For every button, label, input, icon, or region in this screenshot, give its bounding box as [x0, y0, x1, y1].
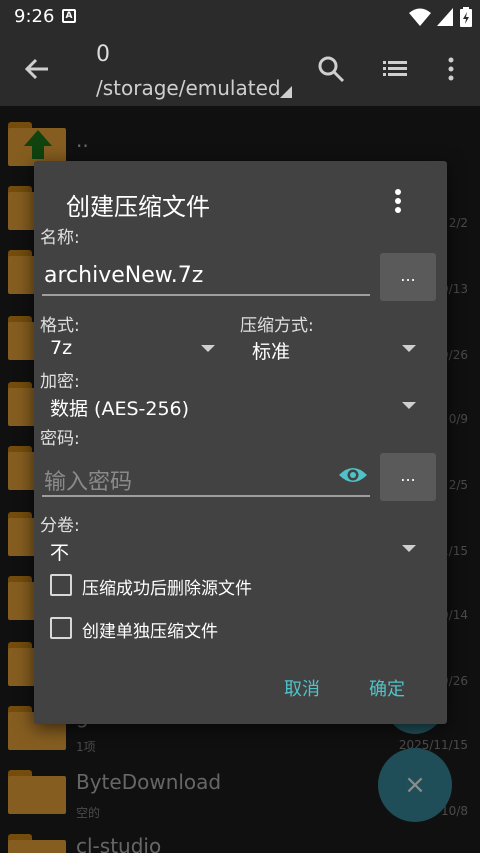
- method-label: 压缩方式:: [240, 316, 314, 336]
- current-path[interactable]: /storage/emulated: [96, 76, 281, 100]
- separate-archive-label[interactable]: 创建单独压缩文件: [82, 617, 218, 642]
- method-dropdown-icon[interactable]: [402, 345, 416, 352]
- password-input[interactable]: 输入密码: [44, 464, 132, 496]
- password-label: 密码:: [40, 429, 80, 449]
- browse-password-button[interactable]: ...: [380, 453, 436, 501]
- encrypt-dropdown-icon[interactable]: [402, 402, 416, 409]
- list-view-icon[interactable]: [380, 54, 410, 84]
- name-field-underline: [42, 294, 370, 296]
- dialog-more-icon[interactable]: [390, 189, 406, 215]
- cancel-button[interactable]: 取消: [284, 675, 320, 701]
- split-label: 分卷:: [40, 516, 80, 536]
- show-password-eye-icon[interactable]: [338, 463, 368, 487]
- path-dropdown-icon[interactable]: [280, 86, 292, 98]
- delete-source-label[interactable]: 压缩成功后删除源文件: [82, 574, 252, 599]
- search-icon[interactable]: [316, 54, 346, 84]
- notification-a-icon: A: [62, 9, 76, 23]
- battery-icon: [460, 7, 472, 27]
- separate-archive-checkbox[interactable]: [50, 617, 72, 639]
- ok-button[interactable]: 确定: [369, 675, 405, 701]
- cell-signal-icon: [437, 8, 453, 26]
- name-label: 名称:: [40, 228, 80, 248]
- archive-name-input[interactable]: archiveNew.7z: [44, 263, 203, 288]
- dialog-title: 创建压缩文件: [66, 193, 210, 221]
- method-select[interactable]: 标准: [252, 337, 290, 364]
- format-select[interactable]: 7z: [50, 337, 72, 359]
- encrypt-select[interactable]: 数据 (AES-256): [50, 394, 189, 421]
- folder-count-title: 0: [96, 42, 110, 67]
- status-time: 9:26: [14, 6, 55, 27]
- back-arrow-icon[interactable]: [22, 54, 52, 84]
- browse-name-button[interactable]: ...: [380, 253, 436, 301]
- split-dropdown-icon[interactable]: [402, 545, 416, 552]
- format-label: 格式:: [40, 316, 80, 336]
- format-dropdown-icon[interactable]: [201, 345, 215, 352]
- app-bar: 0 /storage/emulated: [0, 34, 480, 106]
- split-select[interactable]: 不: [50, 538, 69, 565]
- status-bar: 9:26 A: [0, 0, 480, 34]
- delete-source-checkbox[interactable]: [50, 574, 72, 596]
- password-field-underline: [42, 495, 370, 497]
- overflow-menu-icon[interactable]: [436, 54, 466, 84]
- wifi-icon: [409, 8, 431, 26]
- create-archive-dialog: 创建压缩文件 名称: archiveNew.7z ... 格式: 压缩方式: 7…: [34, 161, 447, 724]
- encrypt-label: 加密:: [40, 372, 80, 392]
